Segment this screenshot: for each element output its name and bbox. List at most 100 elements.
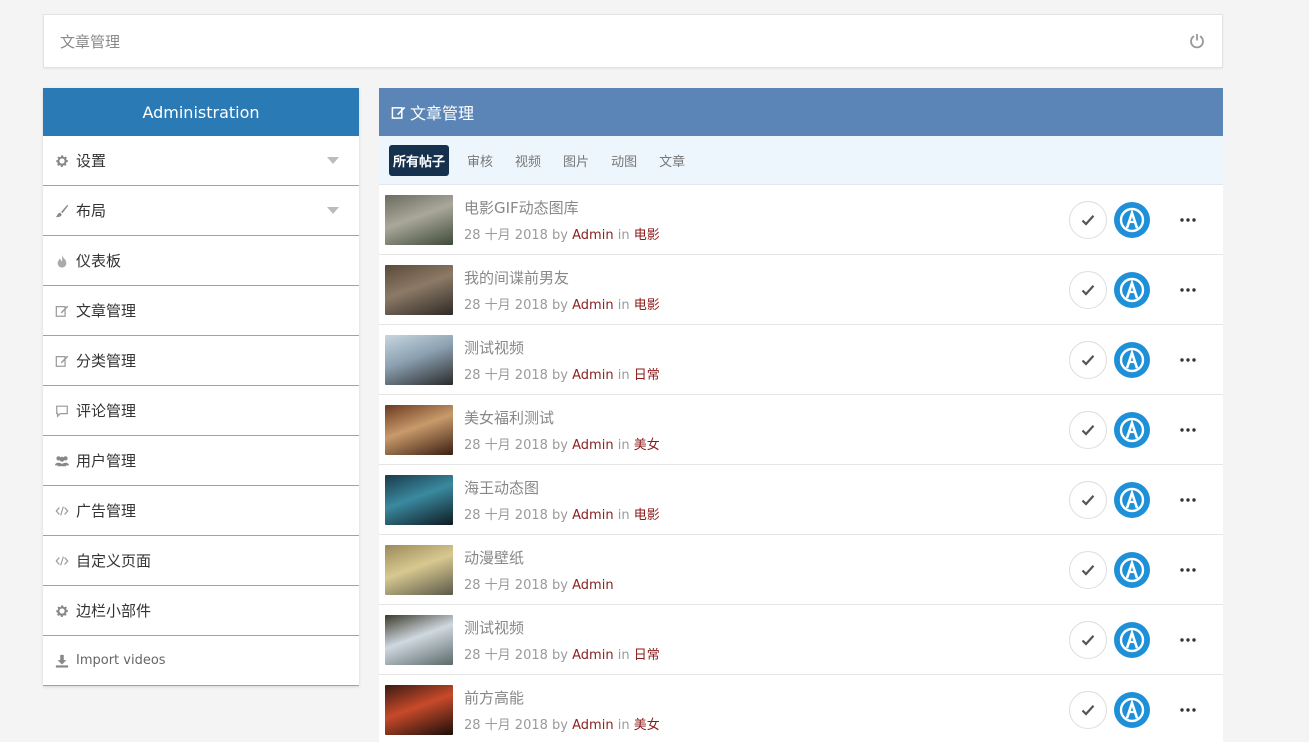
check-icon xyxy=(1081,705,1095,716)
post-thumbnail[interactable] xyxy=(385,264,453,315)
tab[interactable]: 图片 xyxy=(559,145,593,176)
sidebar-item-label: 边栏小部件 xyxy=(76,602,152,620)
post-date: 28 十月 2018 xyxy=(464,647,548,663)
code-icon xyxy=(54,553,70,569)
post-author[interactable]: Admin xyxy=(572,508,613,523)
more-options-icon[interactable] xyxy=(1179,701,1197,719)
more-options-icon[interactable] xyxy=(1179,491,1197,509)
post-date: 28 十月 2018 xyxy=(464,297,548,313)
post-thumbnail[interactable] xyxy=(385,194,453,245)
post-author[interactable]: Admin xyxy=(572,228,613,243)
user-avatar-icon xyxy=(1119,207,1145,233)
check-icon xyxy=(1081,215,1095,226)
in-label: in xyxy=(617,367,630,383)
sidebar-item[interactable]: 边栏小部件 xyxy=(43,586,359,636)
avatar[interactable] xyxy=(1114,482,1150,518)
main-panel: 文章管理 所有帖子 审核 视频 图片 动图 文章 电影GIF动态图库 28 十月 2018 … xyxy=(379,88,1223,742)
post-thumbnail[interactable] xyxy=(385,684,453,735)
more-options-icon[interactable] xyxy=(1179,421,1197,439)
approve-button[interactable] xyxy=(1069,621,1107,659)
post-category[interactable]: 美女 xyxy=(634,718,660,733)
approve-button[interactable] xyxy=(1069,271,1107,309)
check-icon xyxy=(1081,285,1095,296)
post-thumbnail[interactable] xyxy=(385,614,453,665)
more-options-icon[interactable] xyxy=(1179,211,1197,229)
post-thumbnail[interactable] xyxy=(385,474,453,525)
main-header: 文章管理 xyxy=(379,88,1223,136)
users-icon xyxy=(54,453,70,469)
avatar[interactable] xyxy=(1114,342,1150,378)
tab[interactable]: 审核 xyxy=(463,145,497,176)
sidebar-item-label: 仪表板 xyxy=(76,252,122,270)
sidebar-item[interactable]: Import videos xyxy=(43,636,359,686)
post-row: 美女福利测试 28 十月 2018 by Admin in 美女 xyxy=(379,395,1223,465)
sidebar-item[interactable]: 仪表板 xyxy=(43,236,359,286)
sidebar-item[interactable]: 分类管理 xyxy=(43,336,359,386)
post-author[interactable]: Admin xyxy=(572,648,613,663)
sidebar-item[interactable]: 布局 xyxy=(43,186,359,236)
post-author[interactable]: Admin xyxy=(572,718,613,733)
user-avatar-icon xyxy=(1119,487,1145,513)
by-label: by xyxy=(552,717,568,733)
power-icon[interactable] xyxy=(1188,32,1206,50)
post-author[interactable]: Admin xyxy=(572,368,613,383)
avatar[interactable] xyxy=(1114,412,1150,448)
brush-icon xyxy=(54,203,70,219)
approve-button[interactable] xyxy=(1069,201,1107,239)
sidebar-item[interactable]: 文章管理 xyxy=(43,286,359,336)
post-category[interactable]: 电影 xyxy=(634,298,660,313)
post-category[interactable]: 美女 xyxy=(634,438,660,453)
sidebar-item-label: 布局 xyxy=(76,202,107,220)
more-options-icon[interactable] xyxy=(1179,561,1197,579)
in-label: in xyxy=(617,437,630,453)
avatar[interactable] xyxy=(1114,692,1150,728)
sidebar-header: Administration xyxy=(43,88,359,136)
post-list: 电影GIF动态图库 28 十月 2018 by Admin in 电影 我的间谍前男… xyxy=(379,185,1223,742)
post-category[interactable]: 电影 xyxy=(634,508,660,523)
more-options-icon[interactable] xyxy=(1179,281,1197,299)
sidebar-item-label: Import videos xyxy=(76,653,166,668)
post-row: 动漫壁纸28 十月 2018 by Admin in xyxy=(379,535,1223,605)
sidebar-item[interactable]: 广告管理 xyxy=(43,486,359,536)
tab[interactable]: 文章 xyxy=(655,145,689,176)
user-avatar-icon xyxy=(1119,347,1145,373)
post-category[interactable]: 电影 xyxy=(634,228,660,243)
approve-button[interactable] xyxy=(1069,551,1107,589)
avatar[interactable] xyxy=(1114,622,1150,658)
post-thumbnail[interactable] xyxy=(385,544,453,595)
tab[interactable]: 所有帖子 xyxy=(389,144,450,176)
avatar[interactable] xyxy=(1114,272,1150,308)
tab[interactable]: 视频 xyxy=(511,145,545,176)
sidebar-item-label: 用户管理 xyxy=(76,452,137,470)
post-thumbnail[interactable] xyxy=(385,404,453,455)
more-options-icon[interactable] xyxy=(1179,631,1197,649)
user-avatar-icon xyxy=(1119,277,1145,303)
post-date: 28 十月 2018 xyxy=(464,507,548,523)
post-category[interactable]: 日常 xyxy=(634,648,660,663)
sidebar-item[interactable]: 评论管理 xyxy=(43,386,359,436)
post-author[interactable]: Admin xyxy=(572,438,613,453)
by-label: by xyxy=(552,507,568,523)
fire-icon xyxy=(54,253,70,269)
in-label: in xyxy=(617,647,630,663)
post-category[interactable]: 日常 xyxy=(634,368,660,383)
approve-button[interactable] xyxy=(1069,411,1107,449)
avatar[interactable] xyxy=(1114,552,1150,588)
sidebar-item-label: 设置 xyxy=(76,152,107,170)
user-avatar-icon xyxy=(1119,557,1145,583)
gear-icon xyxy=(54,603,70,619)
approve-button[interactable] xyxy=(1069,481,1107,519)
post-author[interactable]: Admin xyxy=(572,578,613,593)
sidebar-item-label: 自定义页面 xyxy=(76,552,152,570)
approve-button[interactable] xyxy=(1069,341,1107,379)
post-thumbnail[interactable] xyxy=(385,334,453,385)
post-author[interactable]: Admin xyxy=(572,298,613,313)
sidebar-item-label: 广告管理 xyxy=(76,502,137,520)
more-options-icon[interactable] xyxy=(1179,351,1197,369)
sidebar-item[interactable]: 自定义页面 xyxy=(43,536,359,586)
approve-button[interactable] xyxy=(1069,691,1107,729)
sidebar-item[interactable]: 设置 xyxy=(43,136,359,186)
tab[interactable]: 动图 xyxy=(607,145,641,176)
avatar[interactable] xyxy=(1114,202,1150,238)
sidebar-item[interactable]: 用户管理 xyxy=(43,436,359,486)
